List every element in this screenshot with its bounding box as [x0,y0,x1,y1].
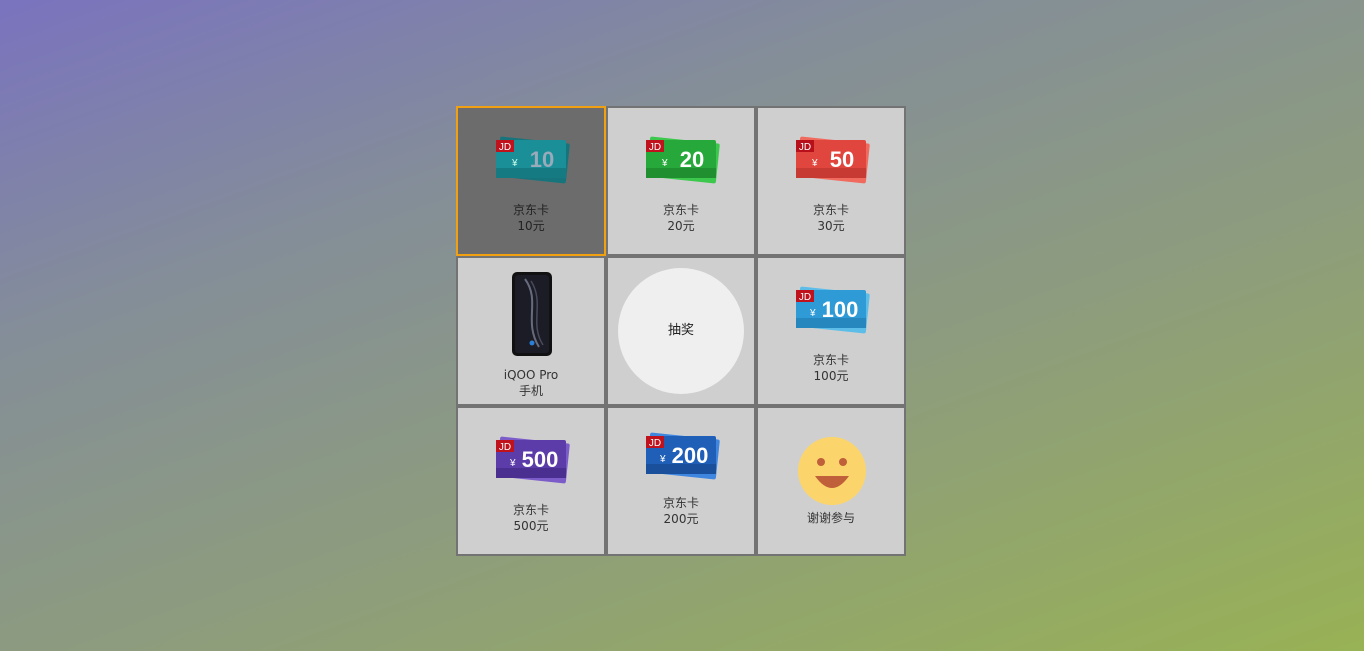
prize-name: 京东卡 [812,353,849,367]
prize-sub: 500元 [513,519,549,533]
svg-text:¥: ¥ [809,308,816,319]
prize-label: 京东卡 100元 [758,352,904,384]
prize-name: 京东卡 [512,503,549,517]
svg-text:¥: ¥ [511,158,518,169]
jd-card-500-icon: JD ¥ 500 [496,436,570,484]
prize-name: 谢谢参与 [806,511,855,525]
prize-label: iQOO Pro 手机 [458,367,604,399]
svg-text:JD: JD [649,142,661,153]
prize-sub: 10元 [517,219,545,233]
svg-text:¥: ¥ [661,158,668,169]
prize-sub: 100元 [813,369,849,383]
svg-text:JD: JD [799,142,811,153]
prize-sub: 200元 [663,512,699,526]
prize-label: 谢谢参与 [758,510,904,526]
prize-label: 京东卡 10元 [458,202,604,234]
prize-cell-jd-20[interactable]: JD ¥ 20 京东卡 20元 [606,106,756,256]
prize-name: 京东卡 [512,203,549,217]
svg-text:200: 200 [672,443,709,468]
prize-name: 京东卡 [662,496,699,510]
svg-text:500: 500 [522,447,559,472]
svg-text:20: 20 [680,147,704,172]
prize-sub: 手机 [518,384,543,398]
prize-name: iQOO Pro [503,368,559,382]
svg-text:JD: JD [499,142,511,153]
svg-text:50: 50 [830,147,854,172]
jd-card-100-icon: JD ¥ 100 [796,286,870,334]
prize-label: 京东卡 500元 [458,502,604,534]
jd-card-10-icon: JD ¥ 10 [496,136,570,184]
prize-cell-jd-500[interactable]: JD ¥ 500 京东卡 500元 [456,406,606,556]
prize-cell-jd-100[interactable]: JD ¥ 100 京东卡 100元 [756,256,906,406]
prize-sub: 30元 [817,219,845,233]
lottery-grid: JD ¥ 10 京东卡 10元 JD ¥ 20 京东卡 20元 JD ¥ 50 … [456,106,906,556]
prize-label: 京东卡 30元 [758,202,904,234]
phone-icon [512,272,552,356]
prize-label: 京东卡 200元 [608,495,754,527]
svg-text:¥: ¥ [659,454,666,465]
prize-name: 京东卡 [812,203,849,217]
prize-cell-jd-10[interactable]: JD ¥ 10 京东卡 10元 [456,106,606,256]
prize-cell-jd-200[interactable]: JD ¥ 200 京东卡 200元 [606,406,756,556]
smiley-face-icon [798,437,866,505]
svg-text:100: 100 [822,297,859,322]
prize-sub: 20元 [667,219,695,233]
prize-label: 京东卡 20元 [608,202,754,234]
prize-cell-jd-30[interactable]: JD ¥ 50 京东卡 30元 [756,106,906,256]
jd-card-20-icon: JD ¥ 20 [646,136,720,184]
prize-cell-thanks[interactable]: 谢谢参与 [756,406,906,556]
draw-button[interactable]: 抽奖 [618,268,744,394]
svg-text:10: 10 [530,147,554,172]
svg-text:JD: JD [499,442,511,453]
prize-cell-iqoo-phone[interactable]: iQOO Pro 手机 [456,256,606,406]
svg-text:JD: JD [799,292,811,303]
svg-text:¥: ¥ [509,458,516,469]
prize-name: 京东卡 [662,203,699,217]
jd-card-200-icon: JD ¥ 200 [646,432,720,480]
jd-card-50-icon: JD ¥ 50 [796,136,870,184]
svg-text:¥: ¥ [811,158,818,169]
svg-text:JD: JD [649,438,661,449]
draw-cell: 抽奖 [606,256,756,406]
